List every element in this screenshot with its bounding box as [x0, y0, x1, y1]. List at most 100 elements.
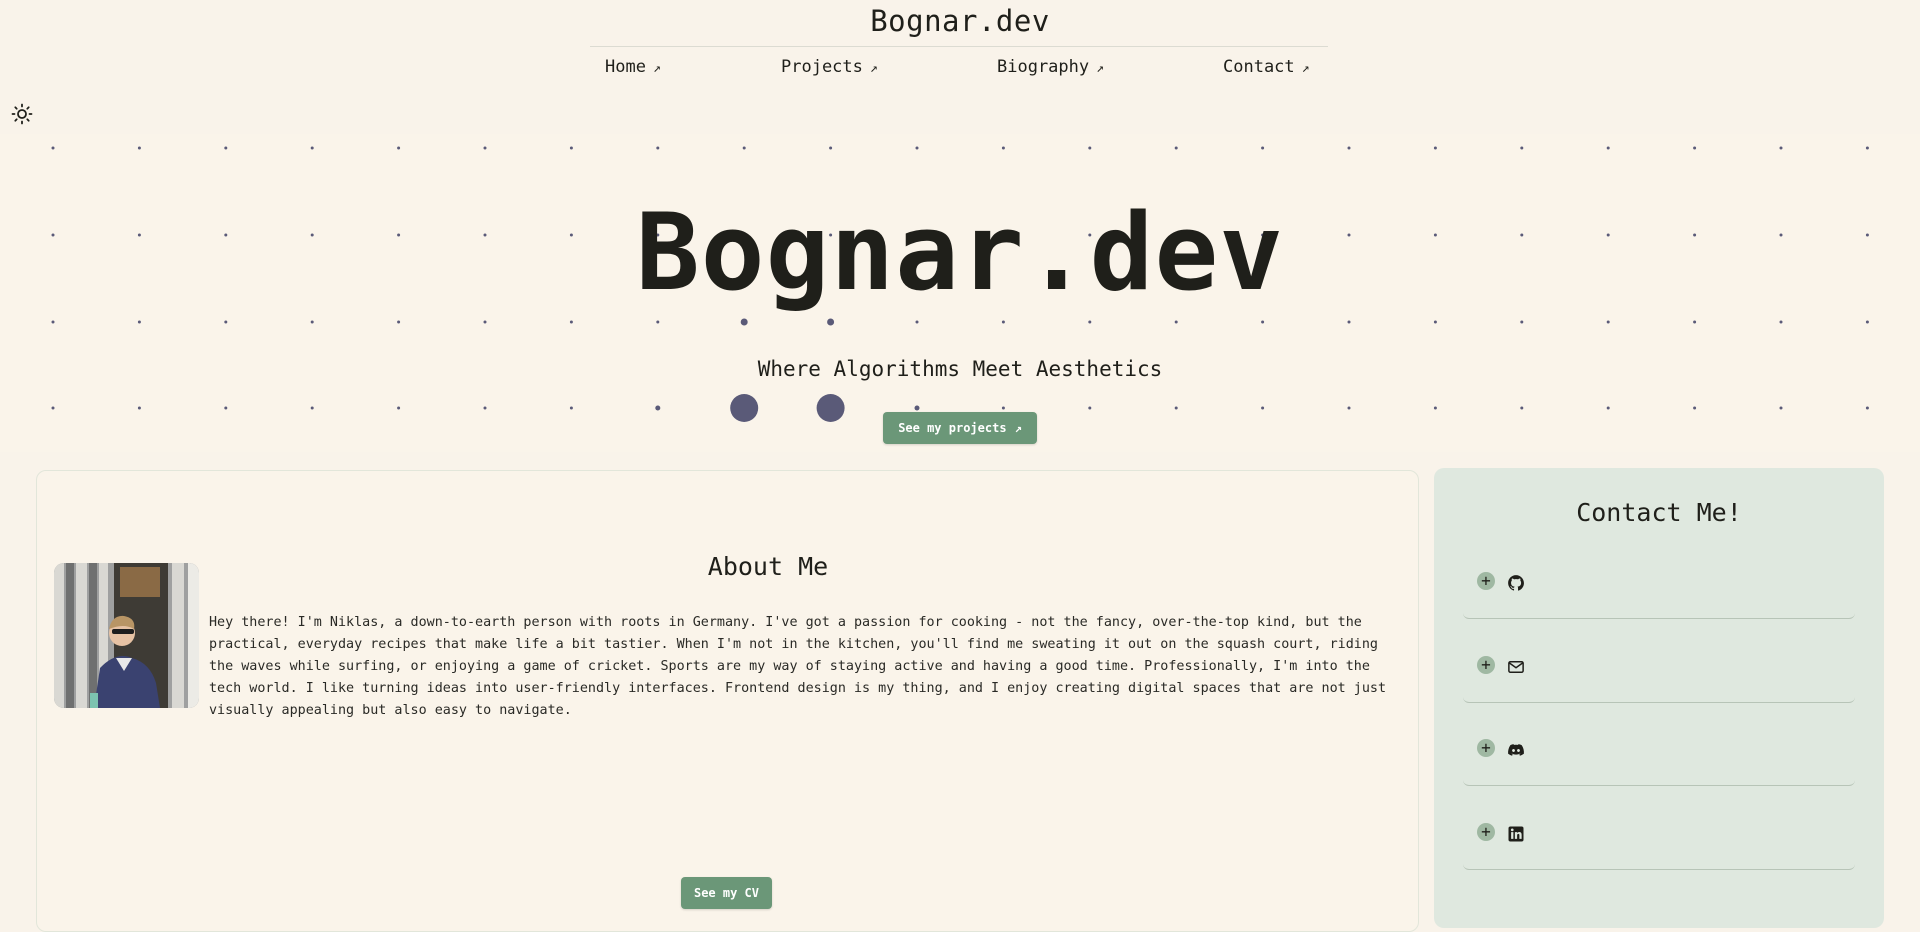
grid-dot [1606, 320, 1610, 324]
grid-dot [1174, 320, 1178, 324]
grid-dot [1261, 320, 1265, 324]
see-projects-button[interactable]: See my projects ↗ [883, 412, 1037, 444]
grid-dot [310, 146, 314, 150]
theme-toggle-button[interactable] [10, 102, 34, 126]
grid-dot [1606, 406, 1610, 410]
mail-icon [1508, 661, 1524, 673]
grid-dot [1520, 320, 1524, 324]
grid-dot [569, 320, 573, 324]
expand-plus-icon[interactable]: + [1477, 823, 1495, 841]
hero-title: Bognar.dev [635, 191, 1285, 314]
sun-icon [11, 103, 33, 125]
grid-dot [397, 146, 401, 150]
external-arrow-icon: ↗ [869, 61, 878, 76]
see-cv-button[interactable]: See my CV [681, 877, 772, 909]
grid-dot [730, 394, 759, 422]
grid-dot [397, 320, 401, 324]
grid-dot [915, 146, 919, 150]
grid-dot [137, 320, 141, 324]
grid-dot [1779, 146, 1783, 150]
grid-dot [1001, 406, 1005, 410]
contact-item-mail[interactable]: + [1463, 642, 1855, 703]
grid-dot [1865, 320, 1869, 324]
expand-plus-icon[interactable]: + [1477, 656, 1495, 674]
grid-dot [655, 405, 661, 411]
linkedin-icon [1508, 826, 1524, 842]
grid-dot [1347, 320, 1351, 324]
grid-dot [51, 406, 55, 410]
nav-home[interactable]: Home ↗ [605, 57, 661, 77]
site-title[interactable]: Bognar.dev [0, 4, 1920, 38]
grid-dot [483, 146, 487, 150]
button-label: See my CV [693, 886, 760, 900]
grid-dot [397, 406, 401, 410]
grid-dot [829, 146, 833, 150]
grid-dot [137, 406, 141, 410]
grid-dot [656, 146, 660, 150]
grid-dot [1347, 146, 1351, 150]
grid-dot [483, 406, 487, 410]
grid-dot [656, 320, 660, 324]
nav-label: Biography [997, 57, 1090, 77]
about-title: About Me [707, 552, 829, 581]
nav-biography[interactable]: Biography ↗ [997, 57, 1104, 77]
grid-dot [1433, 320, 1437, 324]
grid-dot [816, 394, 845, 422]
grid-dot [1606, 146, 1610, 150]
grid-dot [224, 320, 228, 324]
grid-dot [827, 318, 835, 326]
grid-dot [742, 146, 746, 150]
grid-dot [51, 146, 55, 150]
grid-dot [1001, 320, 1005, 324]
grid-dot [1174, 146, 1178, 150]
discord-icon [1508, 744, 1524, 756]
external-arrow-icon: ↗ [652, 61, 661, 76]
grid-dot [1865, 146, 1869, 150]
grid-dot [1088, 320, 1092, 324]
external-arrow-icon: ↗ [1096, 61, 1104, 76]
grid-dot [310, 406, 314, 410]
grid-dot [1261, 406, 1265, 410]
grid-dot [224, 146, 228, 150]
grid-dot [1261, 146, 1265, 150]
grid-dot [137, 146, 141, 150]
about-text: Hey there! I'm Niklas, a down-to-earth p… [209, 615, 1387, 718]
grid-dot [1520, 406, 1524, 410]
nav-projects[interactable]: Projects ↗ [781, 57, 878, 77]
grid-dot [310, 320, 314, 324]
grid-dot [1433, 406, 1437, 410]
grid-dot [1693, 146, 1697, 150]
grid-dot [1088, 406, 1092, 410]
contact-item-github[interactable]: + [1463, 558, 1855, 619]
grid-dot [1865, 406, 1869, 410]
grid-dot [483, 320, 487, 324]
grid-dot [569, 406, 573, 410]
grid-dot [740, 318, 748, 326]
external-arrow-icon: ↗ [1301, 61, 1310, 76]
external-arrow-icon: ↗ [1014, 421, 1022, 435]
nav-contact[interactable]: Contact ↗ [1223, 57, 1309, 77]
expand-plus-icon[interactable]: + [1477, 739, 1495, 757]
grid-dot [1088, 146, 1092, 150]
avatar [54, 563, 199, 708]
grid-dot [1433, 146, 1437, 150]
grid-dot [914, 405, 920, 411]
grid-dot [1693, 406, 1697, 410]
contact-item-discord[interactable]: + [1463, 725, 1855, 786]
github-icon [1508, 575, 1524, 591]
grid-dot [1001, 146, 1005, 150]
nav-label: Contact [1223, 57, 1295, 77]
grid-dot [1693, 320, 1697, 324]
nav-label: Projects [781, 57, 863, 77]
grid-dot [224, 406, 228, 410]
nav-label: Home [605, 57, 646, 77]
button-label: See my projects [898, 421, 1007, 435]
grid-dot [1779, 320, 1783, 324]
expand-plus-icon[interactable]: + [1477, 572, 1495, 590]
grid-dot [569, 146, 573, 150]
grid-dot [1779, 406, 1783, 410]
main-nav: Home ↗ Projects ↗ Biography ↗ Contact ↗ [590, 46, 1328, 81]
contact-item-linkedin[interactable]: + [1463, 809, 1855, 870]
hero-subtitle: Where Algorithms Meet Aesthetics [757, 357, 1163, 381]
profile-photo [54, 563, 199, 708]
